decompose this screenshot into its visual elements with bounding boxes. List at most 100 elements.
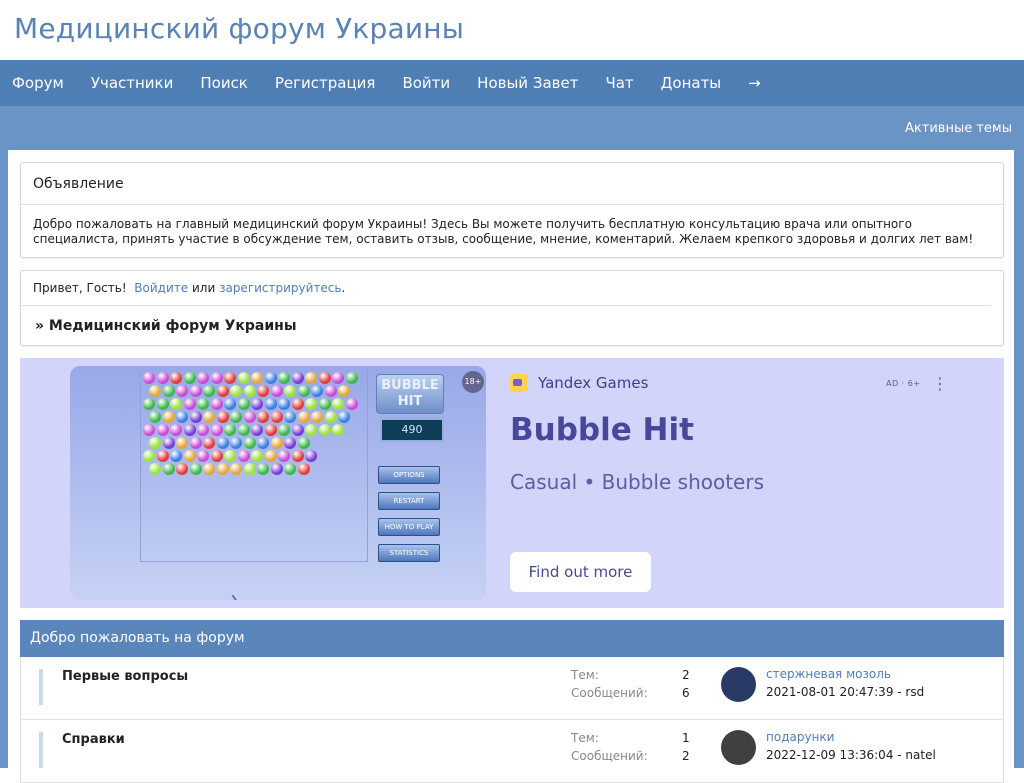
game-preview-image[interactable]: BUBBLE HIT 490 OPTIONS RESTART HOW TO PL… [70,366,486,600]
bubble [237,398,250,410]
bubble [149,411,161,423]
bubble [156,424,169,436]
register-link[interactable]: зарегистрируйтесь [219,281,341,295]
bubble [291,424,304,436]
ad-label: AD · 6+ [886,379,921,388]
bubble [284,463,296,475]
bubble [216,411,229,423]
nav-members[interactable]: Участники [91,74,174,92]
bubble [297,385,310,397]
bubble [170,398,182,410]
bubble [284,437,296,449]
ad-banner[interactable]: BUBBLE HIT 490 OPTIONS RESTART HOW TO PL… [20,358,1004,608]
bubble [318,424,331,436]
bubble [149,437,161,449]
bubble [149,463,161,475]
ad-title[interactable]: Bubble Hit [510,412,694,448]
nav-donate[interactable]: Донаты [661,74,721,92]
avatar[interactable] [721,667,756,702]
bubble [251,450,263,462]
bubble [176,437,188,449]
forum-name[interactable]: Первые вопросы [62,669,188,684]
age-badge: 18+ [462,371,484,393]
nav-forum[interactable]: Форум [12,74,64,92]
bubble [216,437,229,449]
announcement-box: Объявление Добро пожаловать на главный м… [20,162,1004,258]
active-topics-link[interactable]: Активные темы [905,121,1012,136]
bubble [210,424,223,436]
nav-more-arrow[interactable]: → [748,74,761,92]
game-options-button: OPTIONS [378,466,440,484]
bubble [162,411,175,423]
bubble [278,450,290,462]
game-howto-button: HOW TO PLAY [378,518,440,536]
bubble [278,424,290,436]
bubble [305,372,317,384]
nav-login[interactable]: Войти [402,74,450,92]
bubble [305,398,317,410]
bubble [243,437,256,449]
bubble [338,411,350,423]
bubble [183,372,196,384]
bubble [237,372,250,384]
bubble [189,411,202,423]
bubble [162,463,175,475]
forum-status-marker [39,732,43,768]
login-link[interactable]: Войдите [134,281,188,295]
greeting-or: или [191,281,216,295]
bubble [270,437,283,449]
forum-status-marker [39,669,43,705]
topics-count: 2 [682,668,690,682]
site-title[interactable]: Медицинский форум Украины [0,0,1024,60]
bubble [143,398,155,410]
nav-search[interactable]: Поиск [200,74,248,92]
game-restart-button: RESTART [378,492,440,510]
ad-cta-button[interactable]: Find out more [510,552,651,592]
bubble [311,411,323,423]
bubble [243,411,256,423]
last-topic-link[interactable]: подарунки [766,730,834,744]
last-topic-link[interactable]: стержневая мозоль [766,667,891,681]
bubble [189,463,202,475]
bubble [224,398,236,410]
bubble [230,411,242,423]
bubble [216,463,229,475]
bubble [264,424,277,436]
bubble [216,385,229,397]
nav-register[interactable]: Регистрация [275,74,376,92]
bubble [270,463,283,475]
ad-brand[interactable]: Yandex Games [510,374,648,392]
forum-section: Добро пожаловать на форум Первые вопросы… [20,620,1004,783]
bubble [251,424,263,436]
nav-chat[interactable]: Чат [605,74,633,92]
avatar[interactable] [721,730,756,765]
nav-new-testament[interactable]: Новый Завет [477,74,578,92]
bubble [305,424,317,436]
breadcrumb[interactable]: » Медицинский форум Украины [21,306,1003,346]
forum-name[interactable]: Справки [62,732,125,747]
bubble [224,424,236,436]
posts-count: 6 [682,686,690,700]
yandex-games-logo-icon [510,374,528,392]
bubble [143,424,155,436]
bubble [143,450,155,462]
topics-label: Тем: [571,731,599,745]
ad-menu-icon[interactable]: ⋮ [932,374,948,393]
bubble [203,385,215,397]
bubble [338,385,350,397]
bubble [311,385,323,397]
bubble [203,437,215,449]
last-post-meta: 2021-08-01 20:47:39 - rsd [766,685,925,699]
bubble [197,398,209,410]
bubble [264,450,277,462]
bubble [203,463,215,475]
bubble [162,385,175,397]
main-navbar: Форум Участники Поиск Регистрация Войти … [0,60,1024,106]
forum-section-title[interactable]: Добро пожаловать на форум [20,620,1004,657]
bubble [278,398,290,410]
game-statistics-button: STATISTICS [378,544,440,562]
bubble [230,437,242,449]
bubble [170,450,182,462]
bubble [297,463,310,475]
bubble [251,398,263,410]
